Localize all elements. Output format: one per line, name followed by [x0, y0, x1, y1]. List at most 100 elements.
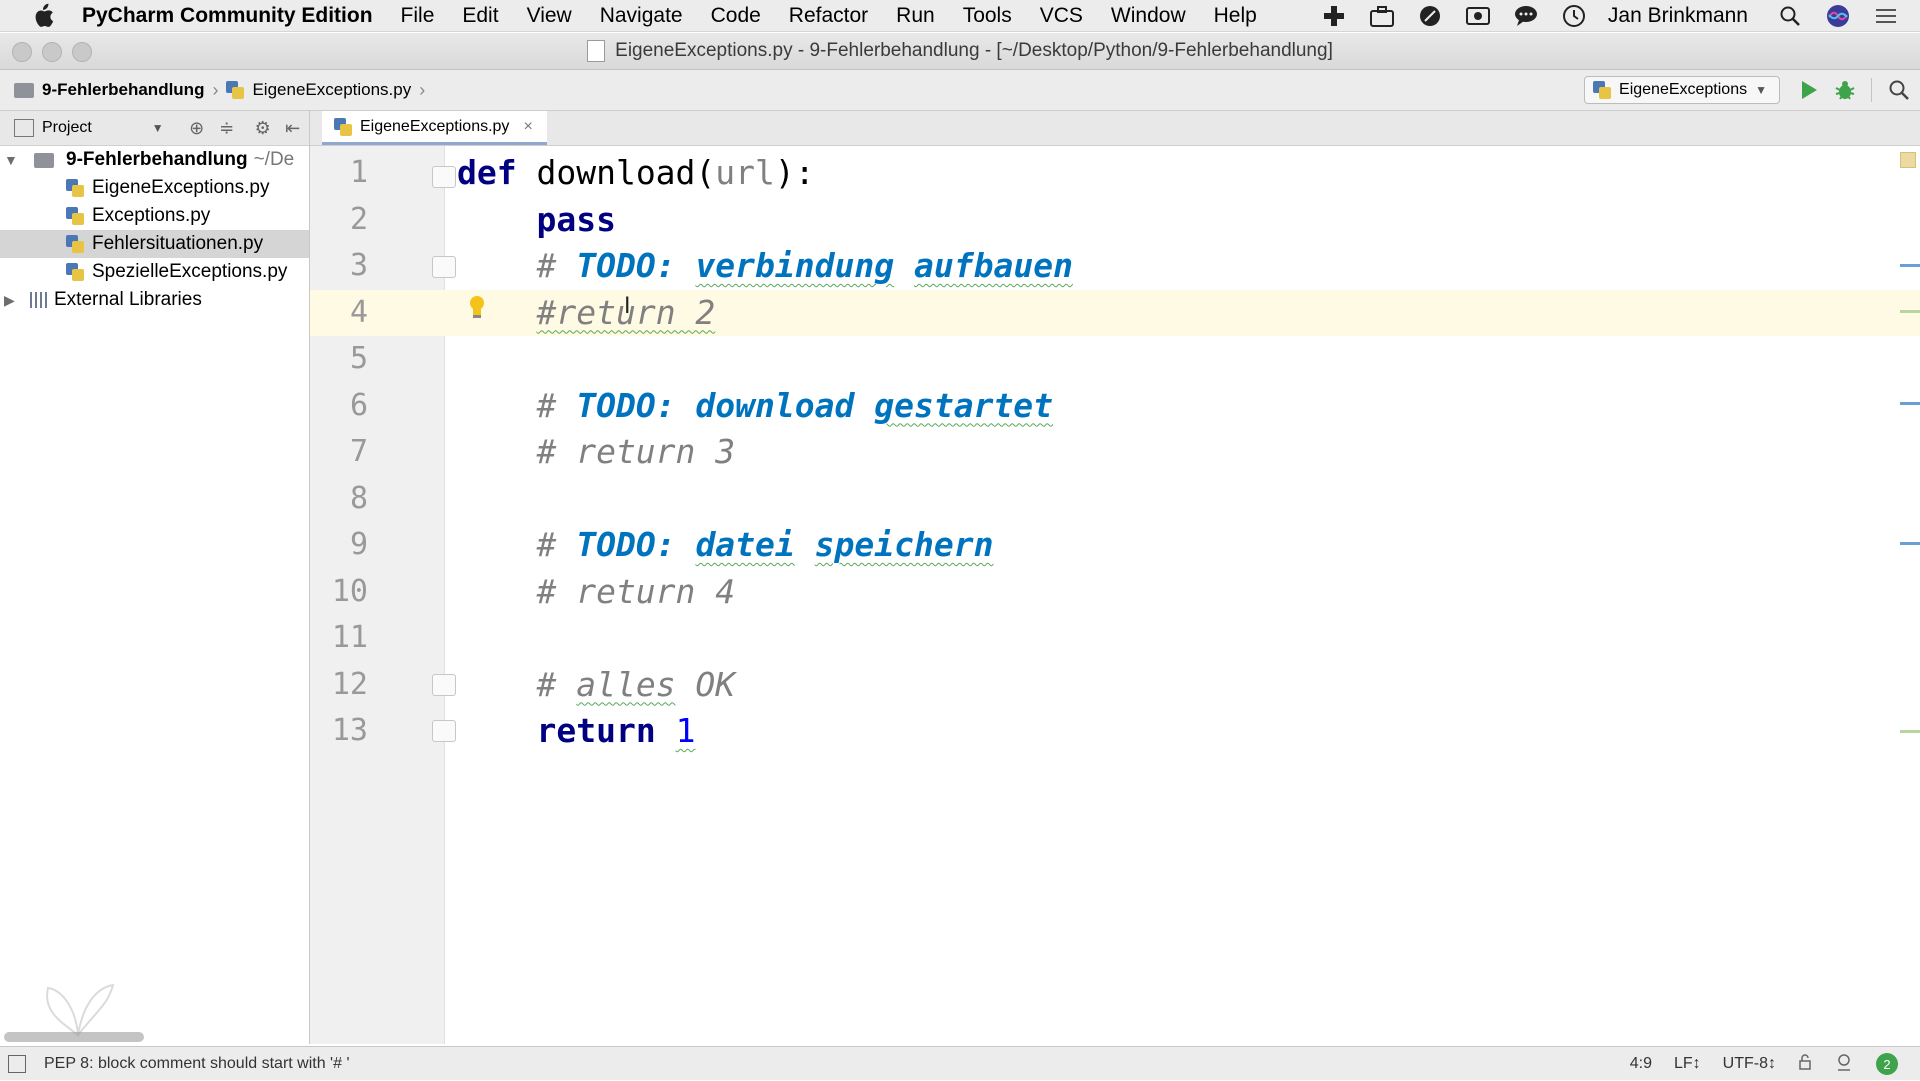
fold-marker-icon[interactable] [432, 166, 456, 188]
line-number[interactable]: 1 [310, 150, 368, 196]
fold-marker-icon[interactable] [432, 256, 456, 278]
code-line[interactable]: # alles OK [457, 662, 735, 708]
todo-marker-stripe[interactable] [1900, 542, 1920, 545]
encoding-select[interactable]: UTF-8↕ [1723, 1055, 1776, 1073]
breadcrumb-file-label: EigeneExceptions.py [252, 80, 412, 99]
code-line[interactable]: # TODO: datei speichern [457, 522, 993, 568]
run-configuration-select[interactable]: EigeneExceptions ▼ [1584, 76, 1780, 104]
line-number[interactable]: 5 [310, 336, 368, 382]
tree-root-folder[interactable]: ▼ 9-Fehlerbehandlung ~/De [0, 146, 309, 174]
menu-refactor[interactable]: Refactor [789, 4, 868, 28]
line-number[interactable]: 3 [310, 243, 368, 289]
tree-file-label: Fehlersituationen.py [92, 233, 264, 254]
time-machine-icon[interactable] [1560, 2, 1588, 30]
status-message: PEP 8: block comment should start with '… [44, 1054, 350, 1072]
project-view-select[interactable]: Project [42, 119, 92, 137]
app-name-menu[interactable]: PyCharm Community Edition [82, 4, 373, 28]
line-number[interactable]: 7 [310, 429, 368, 475]
menu-file[interactable]: File [401, 4, 435, 28]
inspector-icon[interactable] [1834, 1052, 1854, 1077]
close-tab-icon[interactable]: × [523, 118, 532, 136]
todo-marker-stripe[interactable] [1900, 402, 1920, 405]
menu-navigate[interactable]: Navigate [600, 4, 683, 28]
apple-icon[interactable] [28, 1, 58, 31]
collapse-all-icon[interactable]: ≑ [216, 117, 238, 139]
run-button[interactable] [1796, 77, 1822, 103]
window-title-bar: EigeneExceptions.py - 9-Fehlerbehandlung… [0, 33, 1920, 70]
tree-file-item[interactable]: SpezielleExceptions.py [0, 258, 309, 286]
code-token: # [457, 385, 577, 425]
collapse-arrow-icon[interactable]: ▶ [4, 292, 26, 309]
spotlight-search-icon[interactable] [1776, 2, 1804, 30]
menu-tools[interactable]: Tools [963, 4, 1012, 28]
user-name[interactable]: Jan Brinkmann [1608, 4, 1748, 28]
code-line[interactable]: return 1 [457, 708, 695, 754]
line-separator-select[interactable]: LF↕ [1674, 1055, 1701, 1073]
tree-file-label: SpezielleExceptions.py [92, 261, 288, 282]
line-number[interactable]: 2 [310, 197, 368, 243]
warning-marker-stripe[interactable] [1900, 730, 1920, 733]
tree-file-item[interactable]: Exceptions.py [0, 202, 309, 230]
line-number[interactable]: 11 [310, 615, 368, 661]
code-line[interactable]: # TODO: verbindung aufbauen [457, 243, 1072, 289]
code-line[interactable]: def download(url): [457, 150, 815, 196]
gear-icon[interactable]: ⚙ [252, 117, 274, 139]
leaf-icon[interactable] [1416, 2, 1444, 30]
search-everywhere-icon[interactable] [1886, 77, 1912, 103]
code-token: alles [576, 664, 676, 704]
dropdown-arrow-icon[interactable]: ▼ [152, 121, 164, 135]
menu-vcs[interactable]: VCS [1040, 4, 1083, 28]
todo-marker-stripe[interactable] [1900, 264, 1920, 267]
inspection-status-icon[interactable] [1900, 152, 1916, 168]
debug-button[interactable] [1832, 77, 1858, 103]
locate-file-icon[interactable]: ⊕ [186, 117, 208, 139]
chat-icon[interactable] [1512, 2, 1540, 30]
code-token: return [536, 711, 656, 750]
tree-file-item[interactable]: EigeneExceptions.py [0, 174, 309, 202]
dropdown-arrow-icon: ▼ [1755, 83, 1767, 97]
code-line[interactable]: #return 2 [457, 290, 715, 336]
menu-window[interactable]: Window [1111, 4, 1186, 28]
code-line[interactable]: # return 3 [457, 429, 735, 475]
close-window-button[interactable] [12, 42, 32, 62]
line-number[interactable]: 10 [310, 569, 368, 615]
minimize-window-button[interactable] [42, 42, 62, 62]
tree-file-item-selected[interactable]: Fehlersituationen.py [0, 230, 309, 258]
line-number[interactable]: 12 [310, 662, 368, 708]
tool-windows-toggle-icon[interactable] [8, 1054, 26, 1073]
line-number[interactable]: 6 [310, 383, 368, 429]
line-number[interactable]: 13 [310, 708, 368, 754]
lightbulb-intention-icon[interactable] [468, 295, 486, 319]
siri-icon[interactable] [1824, 2, 1852, 30]
menu-code[interactable]: Code [711, 4, 761, 28]
screen-record-icon[interactable] [1464, 2, 1492, 30]
menu-edit[interactable]: Edit [462, 4, 498, 28]
menu-help[interactable]: Help [1214, 4, 1257, 28]
editor-tab-active[interactable]: EigeneExceptions.py × [322, 111, 547, 145]
code-line[interactable]: # TODO: download gestartet [457, 383, 1053, 429]
fold-marker-icon[interactable] [432, 720, 456, 742]
warning-marker-stripe[interactable] [1900, 310, 1920, 313]
menu-view[interactable]: View [527, 4, 572, 28]
lock-icon[interactable] [1798, 1053, 1812, 1075]
briefcase-icon[interactable] [1368, 2, 1396, 30]
menu-run[interactable]: Run [896, 4, 935, 28]
caret-position[interactable]: 4:9 [1630, 1055, 1652, 1073]
event-log-badge[interactable]: 2 [1876, 1053, 1898, 1075]
line-number[interactable]: 8 [310, 476, 368, 522]
line-number[interactable]: 9 [310, 522, 368, 568]
expand-arrow-icon[interactable]: ▼ [4, 152, 26, 168]
line-number[interactable]: 4 [310, 290, 368, 336]
tree-external-libraries[interactable]: ▶ External Libraries [0, 286, 309, 314]
fold-marker-icon[interactable] [432, 674, 456, 696]
code-line[interactable]: # return 4 [457, 569, 735, 615]
breadcrumb-project[interactable]: 9-Fehlerbehandlung [14, 80, 204, 100]
libraries-icon [30, 292, 48, 308]
zoom-window-button[interactable] [72, 42, 92, 62]
breadcrumb-file[interactable]: EigeneExceptions.py [226, 80, 411, 100]
breadcrumb-project-label: 9-Fehlerbehandlung [42, 80, 205, 99]
hide-panel-icon[interactable]: ⇤ [282, 117, 304, 139]
notification-center-icon[interactable] [1872, 2, 1900, 30]
code-line[interactable]: pass [457, 197, 615, 243]
plugin-icon[interactable] [1320, 2, 1348, 30]
